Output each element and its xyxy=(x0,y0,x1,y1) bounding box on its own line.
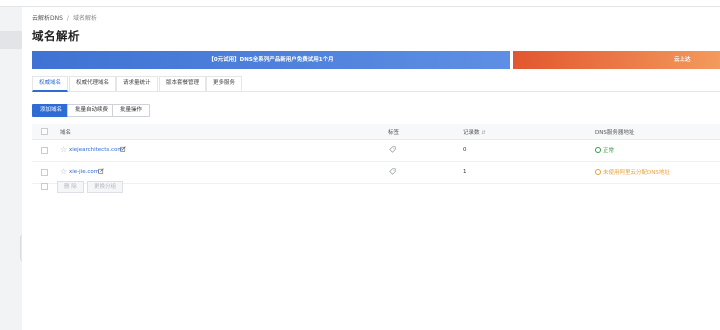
top-bar xyxy=(0,0,720,7)
record-count: 1 xyxy=(463,169,467,175)
add-domain-button[interactable]: 添加域名 xyxy=(32,104,71,117)
warning-circle-icon xyxy=(595,169,601,175)
table-header: 域名 标签 记录数 ⇵ DNS服务器地址 xyxy=(32,124,720,140)
breadcrumb-separator: / xyxy=(66,15,69,22)
column-header-domain: 域名 xyxy=(60,130,72,136)
footer-select-all-checkbox[interactable] xyxy=(41,183,48,190)
column-header-records-label: 记录数 xyxy=(463,130,480,136)
domain-link[interactable]: xiejearchitects.com xyxy=(69,147,123,153)
star-icon[interactable]: ☆ xyxy=(60,167,67,176)
batch-operations-button[interactable]: 批量操作 xyxy=(112,104,151,117)
left-sidebar xyxy=(0,7,22,330)
tab-proxy-domains[interactable]: 权威代理域名 xyxy=(69,76,117,91)
delete-button[interactable]: 删 除 xyxy=(57,181,84,193)
tab-more-services[interactable]: 更多服务 xyxy=(206,76,243,91)
breadcrumb-current: 域名解析 xyxy=(72,15,97,22)
bulk-actions-bar: 删 除 更换分组 xyxy=(32,180,720,194)
row-checkbox[interactable] xyxy=(41,147,48,154)
dns-status-text: 未使用阿里云分配DNS地址 xyxy=(603,170,670,176)
star-icon[interactable]: ☆ xyxy=(60,145,67,154)
tab-request-stats[interactable]: 请求量统计 xyxy=(116,76,158,91)
check-circle-icon xyxy=(595,147,601,153)
tab-authoritative-domains[interactable]: 权威域名 xyxy=(32,76,69,92)
dns-status: 正常 xyxy=(595,146,614,154)
table-row: ☆ xiejearchitects.com 0 正常 xyxy=(32,140,720,162)
tag-icon[interactable] xyxy=(389,168,396,175)
change-group-button[interactable]: 更换分组 xyxy=(87,181,124,193)
edit-icon[interactable] xyxy=(120,146,126,152)
batch-auto-renew-button[interactable]: 批量自动续费 xyxy=(67,104,117,117)
sort-icon[interactable]: ⇵ xyxy=(482,130,486,136)
dns-status: 未使用阿里云分配DNS地址 xyxy=(595,168,670,176)
promo-banner-cloud-label: 云上达 xyxy=(674,57,691,63)
breadcrumb: 云解析DNS / 域名解析 xyxy=(32,13,97,22)
sidebar-selected-item[interactable] xyxy=(0,31,22,49)
row-checkbox[interactable] xyxy=(41,169,48,176)
tab-bar: 权威域名 权威代理域名 请求量统计 版本套餐管理 更多服务 xyxy=(32,76,720,92)
breadcrumb-root[interactable]: 云解析DNS xyxy=(32,15,63,22)
promo-banner-cloud[interactable]: 云上达 xyxy=(513,51,720,69)
page-title: 域名解析 xyxy=(32,29,80,43)
column-header-tag: 标签 xyxy=(388,130,400,136)
select-all-checkbox[interactable] xyxy=(41,128,48,135)
tab-version-plans[interactable]: 版本套餐管理 xyxy=(159,76,207,91)
main-content: 云解析DNS / 域名解析 域名解析 【0元试用】DNS全系列产品新用户免费试用1个… xyxy=(22,7,720,330)
column-header-dns-server: DNS服务器地址 xyxy=(595,130,635,136)
dns-status-text: 正常 xyxy=(603,148,615,154)
edit-icon[interactable] xyxy=(98,168,104,174)
domain-table: 域名 标签 记录数 ⇵ DNS服务器地址 ☆ xiejearchitects.co… xyxy=(32,124,720,184)
promo-banner-trial[interactable]: 【0元试用】DNS全系列产品新用户免费试用1个月 xyxy=(32,51,510,69)
domain-link[interactable]: xie-jie.com xyxy=(69,169,99,175)
tag-icon[interactable] xyxy=(389,146,396,153)
column-header-records[interactable]: 记录数 ⇵ xyxy=(463,128,486,136)
record-count: 0 xyxy=(463,147,467,153)
